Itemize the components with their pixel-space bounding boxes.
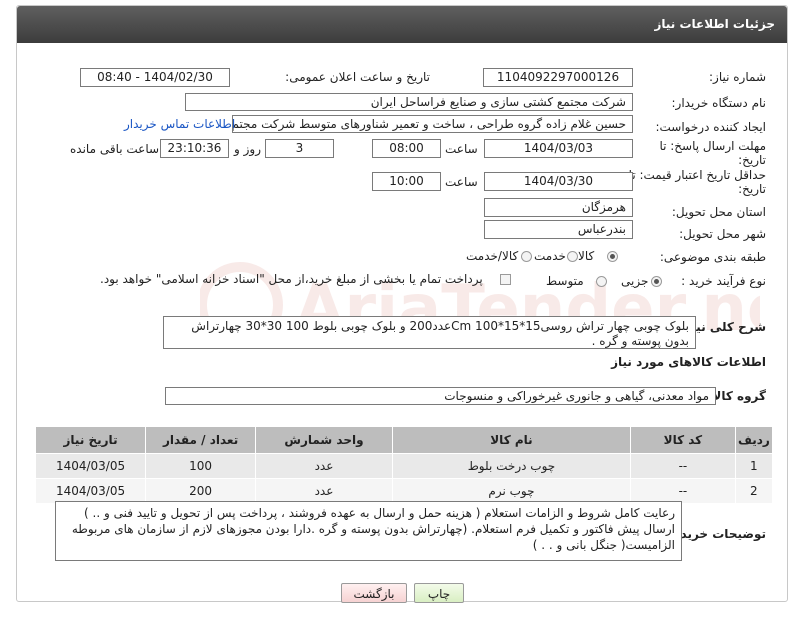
col-unit-header: واحد شمارش xyxy=(255,426,393,454)
reply-days-label: روز و xyxy=(234,142,261,156)
category-radio-goods-service[interactable] xyxy=(521,251,532,262)
category-option-goods: کالا xyxy=(578,249,595,263)
category-option-goods-service: کالا/خدمت xyxy=(466,249,519,263)
reply-days-field: 3 xyxy=(265,139,334,158)
row-code: -- xyxy=(630,478,736,504)
process-option-minor: جزیی xyxy=(621,274,649,288)
table-header-row: ردیف کد کالا نام کالا واحد شمارش تعداد /… xyxy=(34,426,774,454)
back-button[interactable]: بازگشت xyxy=(341,583,407,603)
row-qty: 200 xyxy=(145,478,257,504)
goods-group-label: گروه کالا: xyxy=(707,389,766,403)
need-number-label: شماره نیاز: xyxy=(709,70,766,84)
requester-field: حسین غلام زاده گروه طراحی ، ساخت و تعمیر… xyxy=(232,115,633,133)
category-label: طبقه بندی موضوعی: xyxy=(659,250,766,264)
reply-deadline-date: 1404/03/03 xyxy=(484,139,633,158)
announce-datetime-field: 1404/02/30 - 08:40 xyxy=(80,68,230,87)
remaining-time-field: 23:10:36 xyxy=(160,139,229,158)
requester-label: ایجاد کننده درخواست: xyxy=(655,120,766,134)
process-option-medium: متوسط xyxy=(546,274,584,288)
table-row: 1 -- چوب درخت بلوط عدد 100 1404/03/05 xyxy=(34,453,774,479)
row-index: 2 xyxy=(734,478,774,504)
price-validity-time: 10:00 xyxy=(372,172,441,191)
items-table: ردیف کد کالا نام کالا واحد شمارش تعداد /… xyxy=(34,426,774,504)
category-option-service: خدمت xyxy=(534,249,566,263)
row-name: چوب درخت بلوط xyxy=(391,453,632,479)
row-date: 1404/03/05 xyxy=(34,453,147,479)
col-row-header: ردیف xyxy=(734,426,774,454)
process-radio-medium[interactable] xyxy=(596,276,607,287)
price-validity-date: 1404/03/30 xyxy=(484,172,633,191)
category-radio-goods[interactable] xyxy=(607,251,618,262)
process-radio-minor[interactable] xyxy=(651,276,662,287)
reply-deadline-label: مهلت ارسال پاسخ: تا تاریخ: xyxy=(659,139,766,167)
city-label: شهر محل تحویل: xyxy=(679,227,766,241)
panel-title: جزئیات اطلاعات نیاز xyxy=(17,6,787,43)
province-field: هرمزگان xyxy=(484,198,633,217)
summary-field: بلوک چوبی چهار تراش روسی15*15*Cm 100عدد2… xyxy=(163,316,696,349)
row-qty: 100 xyxy=(145,453,257,479)
province-label: استان محل تحویل: xyxy=(671,205,766,219)
row-unit: عدد xyxy=(255,478,393,504)
need-number-field: 1104092297000126 xyxy=(483,68,633,87)
buyer-org-field: شرکت مجتمع کشتی سازی و صنایع فراساحل ایر… xyxy=(185,93,633,111)
buyer-org-label: نام دستگاه خریدار: xyxy=(671,96,767,110)
row-code: -- xyxy=(630,453,736,479)
treasury-note: پرداخت تمام یا بخشی از مبلغ خرید،از محل … xyxy=(100,272,483,286)
announce-datetime-label: تاریخ و ساعت اعلان عمومی: xyxy=(285,70,430,84)
city-field: بندرعباس xyxy=(484,220,633,239)
row-index: 1 xyxy=(734,453,774,479)
reply-time-label: ساعت xyxy=(445,142,478,156)
row-unit: عدد xyxy=(255,453,393,479)
buyer-notes-field: رعایت کامل شروط و الزامات استعلام ( هزین… xyxy=(55,501,682,561)
price-time-label: ساعت xyxy=(445,175,478,189)
goods-section-title: اطلاعات کالاهای مورد نیاز xyxy=(611,355,766,369)
remaining-time-label: ساعت باقی مانده xyxy=(70,142,160,156)
treasury-checkbox[interactable] xyxy=(500,274,511,285)
price-validity-label: حداقل تاریخ اعتبار قیمت: تا تاریخ: xyxy=(628,168,766,196)
col-date-header: تاریخ نیاز xyxy=(34,426,147,454)
table-row: 2 -- چوب نرم عدد 200 1404/03/05 xyxy=(34,478,774,504)
reply-deadline-time: 08:00 xyxy=(372,139,441,158)
row-date: 1404/03/05 xyxy=(34,478,147,504)
col-code-header: کد کالا xyxy=(630,426,736,454)
col-name-header: نام کالا xyxy=(391,426,632,454)
buyer-contact-link[interactable]: اطلاعات تماس خریدار xyxy=(124,117,235,131)
process-type-label: نوع فرآیند خرید : xyxy=(681,274,766,288)
category-radio-service[interactable] xyxy=(567,251,578,262)
col-qty-header: تعداد / مقدار xyxy=(145,426,257,454)
print-button[interactable]: چاپ xyxy=(414,583,464,603)
goods-group-field: مواد معدنی، گیاهی و جانوری غیرخوراکی و م… xyxy=(165,387,716,405)
row-name: چوب نرم xyxy=(391,478,632,504)
